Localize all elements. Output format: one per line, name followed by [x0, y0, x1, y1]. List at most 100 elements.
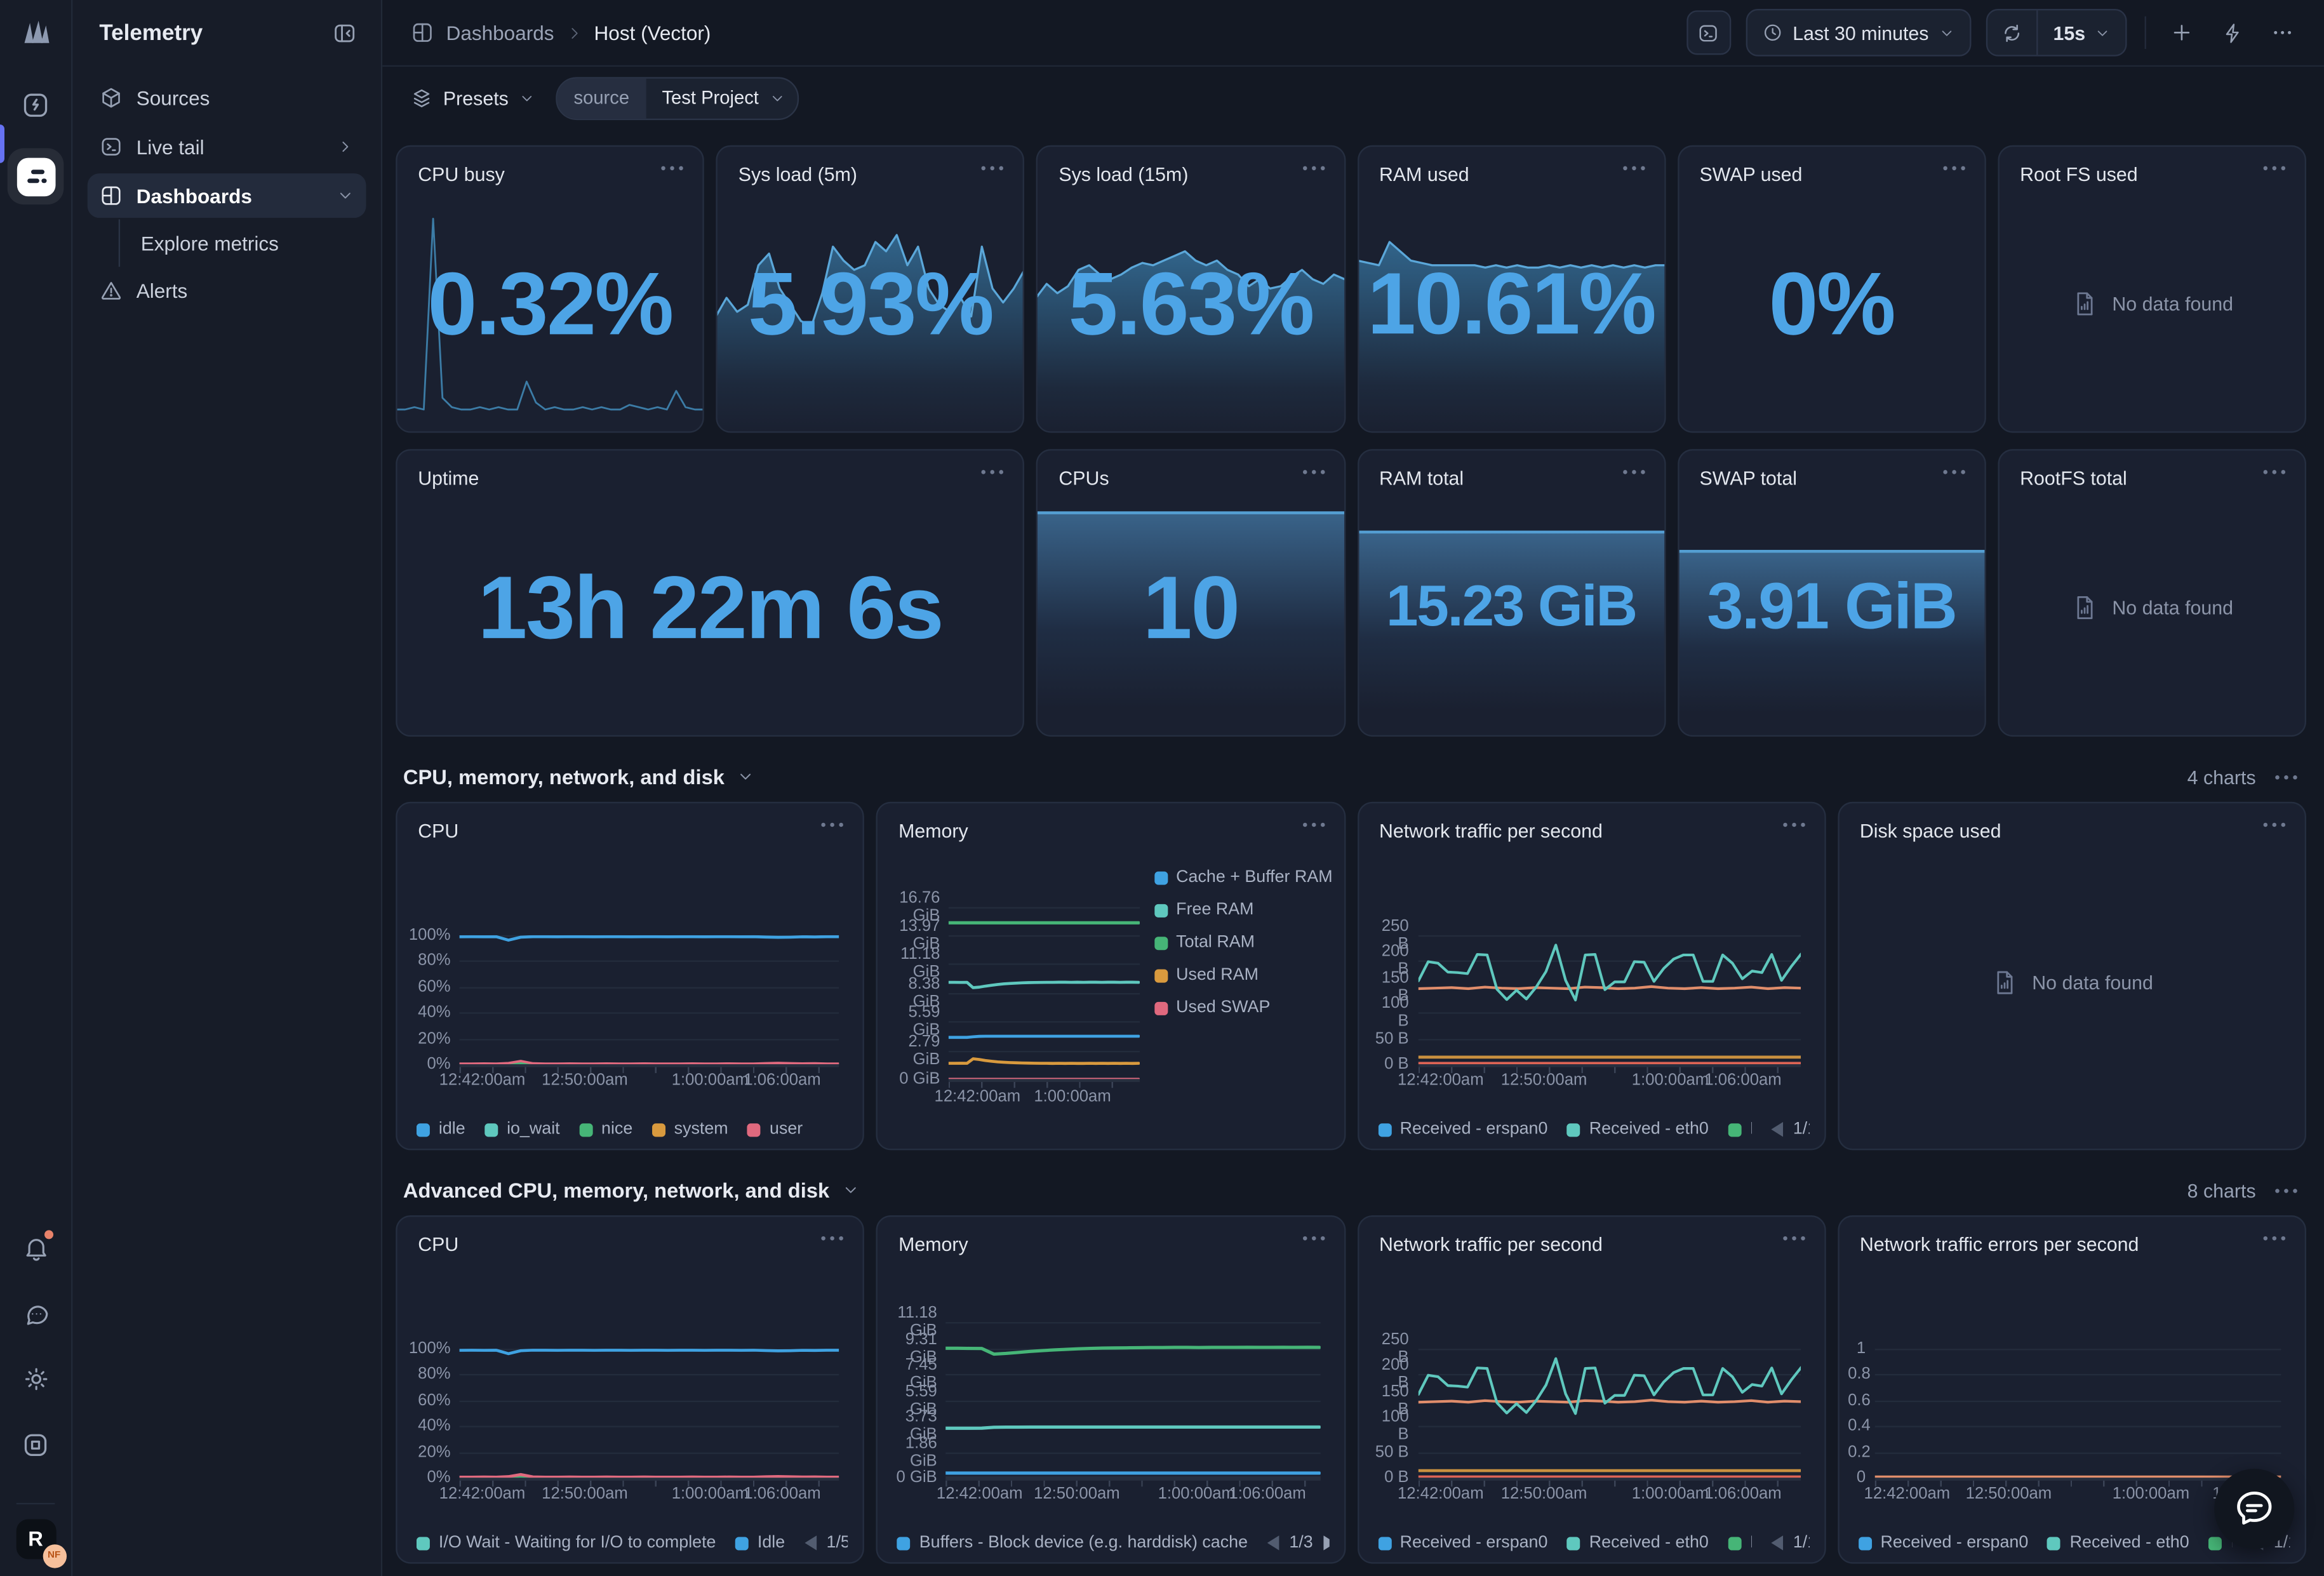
- more-options-button[interactable]: [2265, 15, 2301, 50]
- legend-item[interactable]: Re: [1728, 1534, 1751, 1552]
- legend-label: io_wait: [507, 1121, 560, 1139]
- y-axis-label: 1: [1848, 1339, 1866, 1357]
- workspace-avatar[interactable]: R NF: [16, 1518, 56, 1558]
- legend-item[interactable]: Total RAM: [1154, 934, 1335, 952]
- panel-menu-button[interactable]: [2262, 469, 2287, 476]
- pager-prev-icon[interactable]: [1771, 1122, 1784, 1137]
- alerts-bolt-button[interactable]: [2214, 15, 2250, 50]
- panel-menu-button[interactable]: [2262, 1234, 2287, 1242]
- refresh-control: 15s: [1986, 9, 2127, 57]
- refresh-interval-dropdown[interactable]: 15s: [2038, 22, 2125, 44]
- pager-prev-icon[interactable]: [805, 1535, 818, 1550]
- legend-label: Received - erspan0: [1400, 1534, 1548, 1552]
- panel-menu-button[interactable]: [1300, 821, 1326, 829]
- legend-item[interactable]: Received - erspan0: [1858, 1534, 2028, 1552]
- add-panel-button[interactable]: [2164, 15, 2200, 50]
- legend-item[interactable]: system: [652, 1121, 728, 1139]
- theme-toggle-sun-icon[interactable]: [13, 1357, 58, 1401]
- stat-card-title: SWAP total: [1700, 467, 1797, 489]
- presets-dropdown[interactable]: Presets: [411, 87, 535, 109]
- pager-prev-icon[interactable]: [1267, 1535, 1280, 1550]
- section-menu-button[interactable]: [2274, 1187, 2299, 1194]
- source-filter[interactable]: source Test Project: [556, 76, 799, 119]
- panel-menu-button[interactable]: [980, 164, 1006, 172]
- panel-menu-button[interactable]: [1300, 469, 1326, 476]
- chevron-down-icon: [769, 90, 785, 106]
- legend-item[interactable]: idle: [417, 1121, 465, 1139]
- panel-menu-button[interactable]: [2262, 164, 2287, 172]
- chart-legend: Received - erspan0Received - eth0Re1/11: [1378, 1121, 1810, 1139]
- panel-menu-button[interactable]: [660, 164, 685, 172]
- chart-title: Memory: [898, 820, 968, 842]
- legend-item[interactable]: Used SWAP: [1154, 999, 1335, 1017]
- legend-item[interactable]: Received - erspan0: [1378, 1534, 1548, 1552]
- legend-item[interactable]: user: [747, 1121, 803, 1139]
- section-collapse-chevron-icon[interactable]: [841, 1181, 859, 1199]
- legend-item[interactable]: Used RAM: [1154, 966, 1335, 984]
- legend-item[interactable]: nice: [579, 1121, 632, 1139]
- warning-icon: [99, 279, 123, 302]
- sidebar-item-explore-metrics[interactable]: Explore metrics: [129, 222, 366, 264]
- legend-item[interactable]: Re: [1728, 1121, 1751, 1139]
- legend-item[interactable]: Free RAM: [1154, 901, 1335, 919]
- sidebar-item-alerts[interactable]: Alerts: [88, 268, 366, 312]
- telemetry-rail-button-active[interactable]: [8, 148, 64, 204]
- app-logo-icon[interactable]: [17, 15, 55, 50]
- panel-menu-button[interactable]: [820, 821, 845, 829]
- legend-item[interactable]: io_wait: [484, 1121, 560, 1139]
- pager-page-label: 1/3: [1289, 1534, 1312, 1552]
- panel-menu-button[interactable]: [1781, 1234, 1806, 1242]
- chart-legend: Buffers - Block device (e.g. harddisk) c…: [897, 1534, 1329, 1552]
- x-axis-label: 12:42:00am: [1864, 1485, 1951, 1503]
- sidebar-item-live-tail[interactable]: Live tail: [88, 124, 366, 169]
- y-axis-label: 80%: [406, 1365, 451, 1383]
- x-axis-label: 12:50:00am: [1034, 1485, 1120, 1503]
- pager-prev-icon[interactable]: [1771, 1535, 1784, 1550]
- panel-menu-button[interactable]: [1621, 469, 1646, 476]
- open-live-tail-button[interactable]: [1686, 10, 1730, 55]
- panel-menu-button[interactable]: [1300, 1234, 1326, 1242]
- stat-card-ram-used: RAM used10.61%: [1357, 145, 1666, 433]
- sidebar-item-label: Alerts: [137, 279, 188, 302]
- time-range-dropdown[interactable]: Last 30 minutes: [1746, 9, 1972, 57]
- breadcrumb-dashboards[interactable]: Dashboards: [446, 22, 554, 44]
- x-axis-label: 12:42:00am: [935, 1088, 1021, 1105]
- legend-item[interactable]: Received - erspan0: [1378, 1121, 1548, 1139]
- panel-menu-button[interactable]: [980, 469, 1006, 476]
- panel-menu-button[interactable]: [820, 1234, 845, 1242]
- legend-item[interactable]: Cache + Buffer RAM: [1154, 869, 1335, 886]
- legend-item[interactable]: Received - eth0: [2048, 1534, 2189, 1552]
- panel-menu-button[interactable]: [2262, 821, 2287, 829]
- y-axis-label: 40%: [406, 1003, 451, 1021]
- quickstart-rail-button[interactable]: [13, 83, 58, 128]
- collapse-sidebar-icon[interactable]: [332, 21, 357, 46]
- no-data-file-icon: [2071, 593, 2099, 621]
- sidebar: Telemetry SourcesLive tailDashboardsExpl…: [72, 0, 382, 1576]
- y-axis-label: 0.6: [1848, 1391, 1866, 1409]
- feedback-chat-icon[interactable]: [13, 1292, 58, 1336]
- chart-title: CPU: [418, 820, 458, 842]
- panel-menu-button[interactable]: [1621, 164, 1646, 172]
- y-axis-label: 20%: [406, 1443, 451, 1460]
- legend-item[interactable]: Received - eth0: [1567, 1534, 1709, 1552]
- section-collapse-chevron-icon[interactable]: [737, 768, 754, 785]
- chart-plot: [1874, 1348, 2281, 1478]
- legend-color-chip: [2048, 1536, 2061, 1549]
- sidebar-item-dashboards[interactable]: Dashboards: [88, 173, 366, 218]
- legend-item[interactable]: I/O Wait - Waiting for I/O to complete: [417, 1534, 716, 1552]
- sidebar-item-sources[interactable]: Sources: [88, 76, 366, 120]
- legend-item[interactable]: Idle: [735, 1534, 785, 1552]
- notifications-bell-icon[interactable]: [13, 1227, 58, 1271]
- legend-item[interactable]: Buffers - Block device (e.g. harddisk) c…: [897, 1534, 1248, 1552]
- panel-menu-button[interactable]: [1941, 469, 1967, 476]
- command-menu-icon[interactable]: [13, 1422, 58, 1467]
- panel-menu-button[interactable]: [1300, 164, 1326, 172]
- legend-item[interactable]: Received - eth0: [1567, 1121, 1709, 1139]
- refresh-button[interactable]: [1988, 10, 2038, 55]
- section-menu-button[interactable]: [2274, 773, 2299, 780]
- pager-next-icon[interactable]: [1322, 1535, 1329, 1550]
- panel-menu-button[interactable]: [1781, 821, 1806, 829]
- legend-color-chip: [1728, 1123, 1741, 1136]
- panel-menu-button[interactable]: [1941, 164, 1967, 172]
- chat-launcher[interactable]: [2214, 1469, 2294, 1549]
